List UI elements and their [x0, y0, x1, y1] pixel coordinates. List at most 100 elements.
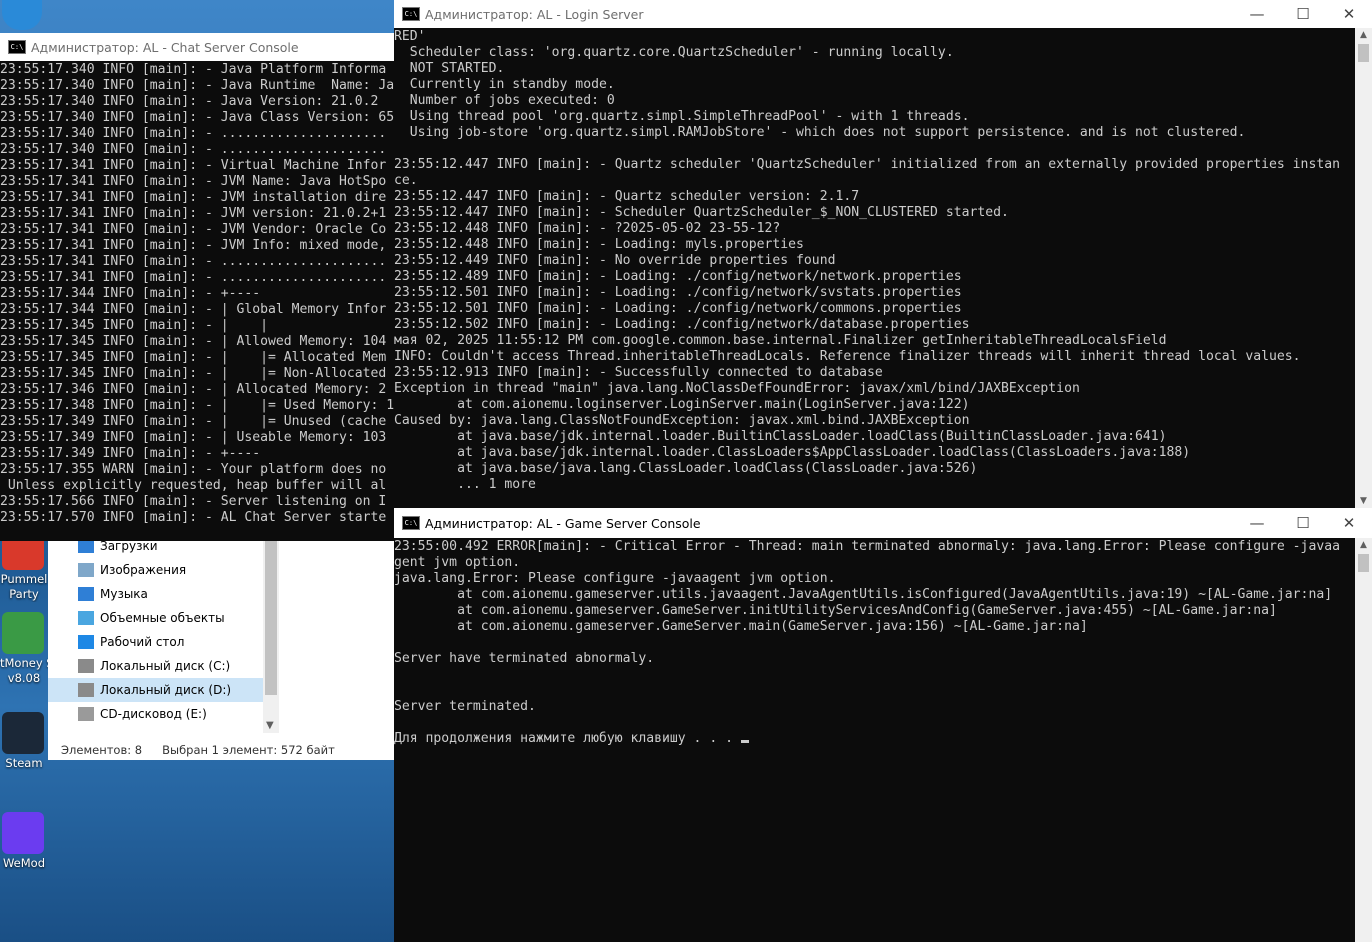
console-line: at java.base/jdk.internal.loader.ClassLo…: [394, 445, 1191, 460]
drive-icon: [78, 683, 94, 697]
game-titlebar[interactable]: C:\ Администратор: AL - Game Server Cons…: [394, 508, 1372, 538]
window-title: Администратор: AL - Login Server: [425, 6, 644, 22]
chat-console-output[interactable]: 23:55:17.340 INFO [main]: - Java Platfor…: [0, 62, 395, 541]
console-line: at java.base/jdk.internal.loader.Builtin…: [394, 429, 1167, 444]
text-cursor: [740, 740, 749, 743]
console-line: 23:55:12.489 INFO [main]: - Loading: ./c…: [394, 269, 962, 284]
console-line: Caused by: java.lang.ClassNotFoundExcept…: [394, 413, 970, 428]
console-line: 23:55:17.570 INFO [main]: - AL Chat Serv…: [0, 510, 387, 525]
console-line: 23:55:12.449 INFO [main]: - No override …: [394, 253, 836, 268]
chat-server-console-window[interactable]: C:\ Администратор: AL - Chat Server Cons…: [0, 33, 395, 541]
login-scrollbar[interactable]: ▲ ▼: [1355, 28, 1372, 508]
console-line: RED': [394, 29, 426, 44]
cmd-icon: C:\: [8, 40, 26, 54]
scroll-down-icon[interactable]: ▼: [1355, 496, 1372, 506]
music-icon: [78, 587, 94, 601]
explorer-navigation-pane: Загрузки Изображения Музыка Объемные объект…: [48, 533, 263, 733]
console-line: 23:55:17.341 INFO [main]: - ............…: [0, 254, 387, 269]
console-line: NOT STARTED.: [394, 61, 505, 76]
scroll-up-icon[interactable]: ▲: [1355, 540, 1372, 550]
scrollbar-thumb[interactable]: [1358, 554, 1369, 572]
console-line: 23:55:12.447 INFO [main]: - Quartz sched…: [394, 189, 860, 204]
console-line: Server terminated.: [394, 699, 536, 714]
login-server-window[interactable]: C:\ Администратор: AL - Login Server — ☐…: [394, 0, 1372, 508]
close-button[interactable]: ✕: [1326, 0, 1372, 28]
console-line: Server have terminated abnormaly.: [394, 651, 655, 666]
login-console-output[interactable]: RED' Scheduler class: 'org.quartz.core.Q…: [394, 29, 1355, 508]
console-line: 23:55:17.340 INFO [main]: - Java Class V…: [0, 110, 395, 125]
explorer-nav-label: Объемные объекты: [100, 611, 225, 625]
explorer-nav-item[interactable]: CD-дисковод (E:): [48, 702, 263, 726]
console-line: 23:55:17.349 INFO [main]: - | Useable Me…: [0, 430, 387, 445]
game-server-console-window[interactable]: C:\ Администратор: AL - Game Server Cons…: [394, 508, 1372, 942]
explorer-nav-item[interactable]: Локальный диск (C:): [48, 654, 263, 678]
console-line: 23:55:17.349 INFO [main]: - | |= Unused …: [0, 414, 387, 429]
scroll-up-icon[interactable]: ▲: [1355, 30, 1372, 40]
console-line: 23:55:17.340 INFO [main]: - Java Platfor…: [0, 62, 387, 77]
console-line: Using job-store 'org.quartz.simpl.RAMJob…: [394, 125, 1246, 140]
steam-icon: [2, 712, 44, 754]
explorer-nav-item[interactable]: Рабочий стол: [48, 630, 263, 654]
console-line: Number of jobs executed: 0: [394, 93, 615, 108]
chat-titlebar[interactable]: C:\ Администратор: AL - Chat Server Cons…: [0, 33, 395, 61]
desktop-folder-icon: [78, 635, 94, 649]
window-title: Администратор: AL - Chat Server Console: [31, 39, 299, 55]
console-line: Для продолжения нажмите любую клавишу . …: [394, 731, 1355, 747]
money-icon: [2, 612, 44, 654]
maximize-button[interactable]: ☐: [1280, 0, 1326, 28]
cd-drive-icon: [78, 707, 94, 721]
console-line: ... 1 more: [394, 477, 536, 492]
explorer-nav-item[interactable]: Музыка: [48, 582, 263, 606]
desktop-icon-money[interactable]: tMoney S v8.08: [0, 612, 48, 686]
minimize-button[interactable]: —: [1234, 508, 1280, 538]
console-line: 23:55:17.344 INFO [main]: - +----: [0, 286, 261, 301]
file-explorer-window: Загрузки Изображения Музыка Объемные объект…: [48, 533, 394, 760]
console-line: 23:55:17.341 INFO [main]: - ............…: [0, 270, 387, 285]
scroll-down-icon[interactable]: ▼: [266, 720, 274, 731]
explorer-status-bar: Элементов: 8 Выбран 1 элемент: 572 байт: [48, 740, 394, 760]
game-scrollbar[interactable]: ▲: [1355, 538, 1372, 942]
console-line: 23:55:17.341 INFO [main]: - JVM Vendor: …: [0, 222, 387, 237]
scrollbar-thumb[interactable]: [1358, 44, 1369, 62]
close-button[interactable]: ✕: [1326, 508, 1372, 538]
explorer-nav-label: CD-дисковод (E:): [100, 707, 207, 721]
console-line: 23:55:17.340 INFO [main]: - Java Runtime…: [0, 78, 395, 93]
explorer-nav-item[interactable]: Объемные объекты: [48, 606, 263, 630]
console-line: 23:55:17.340 INFO [main]: - ............…: [0, 142, 387, 157]
console-line: at com.aionemu.gameserver.utils.javaagen…: [394, 587, 1333, 602]
cmd-icon: C:\: [402, 516, 420, 530]
scrollbar-thumb[interactable]: [265, 533, 277, 695]
console-line: 23:55:12.501 INFO [main]: - Loading: ./c…: [394, 285, 962, 300]
console-line: at com.aionemu.gameserver.GameServer.ini…: [394, 603, 1277, 618]
maximize-button[interactable]: ☐: [1280, 508, 1326, 538]
status-item-count: Элементов: 8: [61, 743, 143, 757]
explorer-scrollbar[interactable]: ▼: [263, 533, 279, 733]
minimize-button[interactable]: —: [1234, 0, 1280, 28]
pictures-icon: [78, 563, 94, 577]
console-line: INFO: Couldn't access Thread.inheritable…: [394, 349, 1301, 364]
game-console-output[interactable]: 23:55:00.492 ERROR[main]: - Critical Err…: [394, 539, 1355, 942]
desktop-icon-steam[interactable]: Steam: [0, 712, 48, 771]
console-line: at java.base/java.lang.ClassLoader.loadC…: [394, 461, 978, 476]
console-line: 23:55:12.448 INFO [main]: - ?2025-05-02 …: [394, 221, 781, 236]
explorer-nav-item[interactable]: Локальный диск (D:): [48, 678, 263, 702]
desktop-icon-label: tMoney S v8.08: [0, 656, 48, 685]
explorer-nav-item[interactable]: Изображения: [48, 558, 263, 582]
explorer-nav-label: Локальный диск (C:): [100, 659, 231, 673]
console-line: 23:55:17.345 INFO [main]: - | Allowed Me…: [0, 334, 387, 349]
3d-objects-icon: [78, 611, 94, 625]
console-line: 23:55:17.341 INFO [main]: - JVM version:…: [0, 206, 387, 221]
console-line: gent jvm option.: [394, 555, 521, 570]
desktop-icon-partial[interactable]: [2, 0, 42, 30]
console-line: ce.: [394, 173, 418, 188]
desktop-icon-wemod[interactable]: WeMod: [0, 812, 48, 871]
console-line: 23:55:12.447 INFO [main]: - Scheduler Qu…: [394, 205, 1009, 220]
drive-icon: [78, 659, 94, 673]
console-line: 23:55:17.341 INFO [main]: - JVM installa…: [0, 190, 387, 205]
console-line: 23:55:17.340 INFO [main]: - ............…: [0, 126, 387, 141]
console-line: 23:55:17.341 INFO [main]: - Virtual Mach…: [0, 158, 387, 173]
login-titlebar[interactable]: C:\ Администратор: AL - Login Server — ☐…: [394, 0, 1372, 28]
